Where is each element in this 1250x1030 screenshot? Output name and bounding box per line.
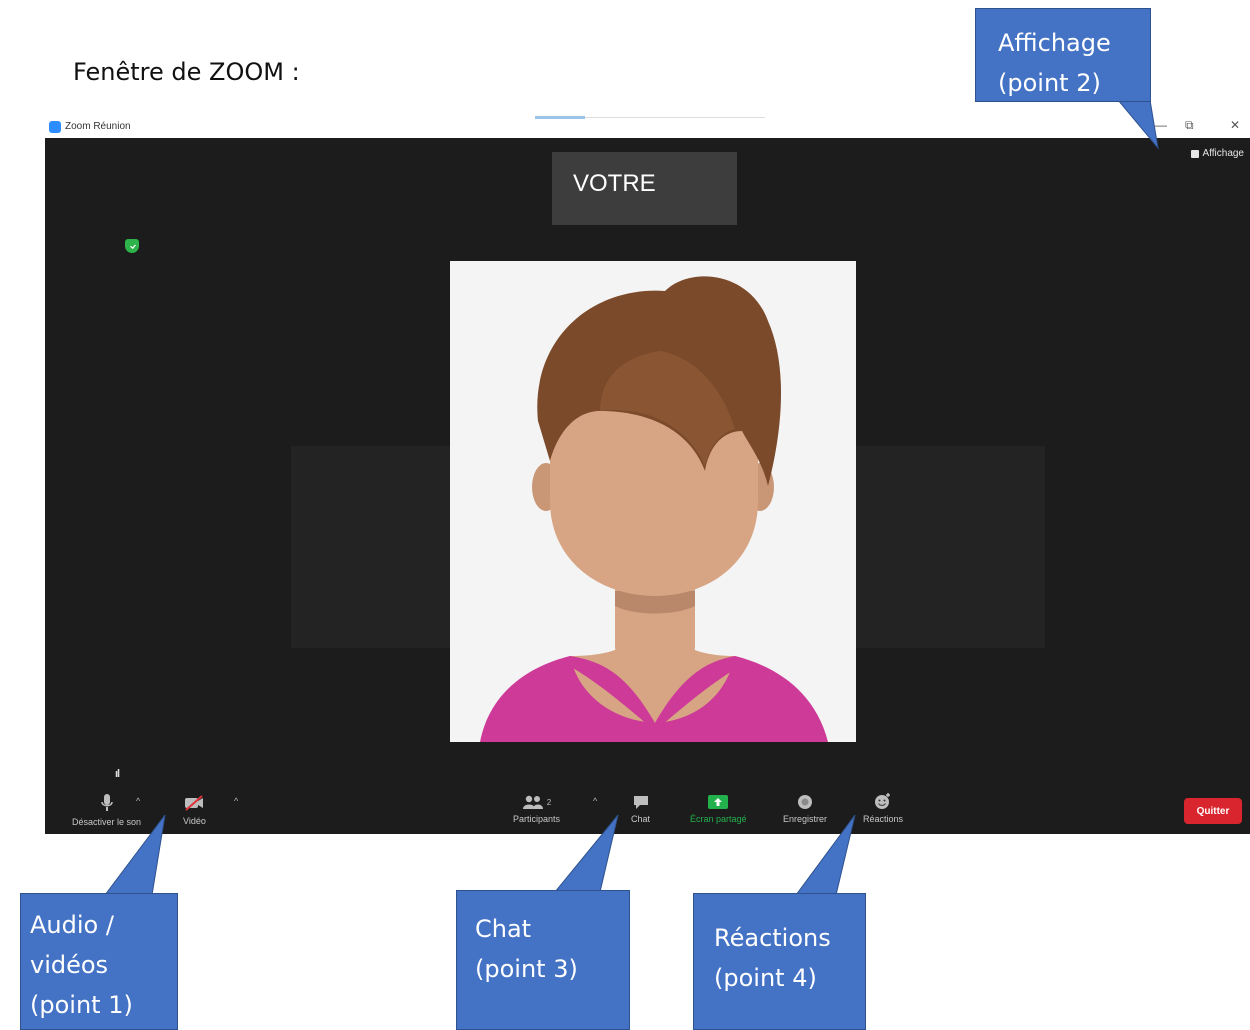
record-icon: [798, 795, 812, 809]
reactions-button-label: Réactions: [863, 814, 904, 824]
callout-view: Affichage (point 2): [975, 8, 1151, 102]
chat-button[interactable]: Chat: [631, 794, 650, 824]
document-heading: Fenêtre de ZOOM :: [73, 58, 300, 86]
meeting-stage: Affichage VOTRE ıl Désactiver le son ^ V…: [45, 138, 1250, 834]
title-divider: [585, 117, 765, 118]
zoom-app-icon: [49, 121, 61, 133]
microphone-icon: [100, 794, 113, 811]
share-screen-button[interactable]: Écran partagé: [690, 794, 747, 824]
chat-icon: [633, 796, 648, 809]
participants-count: 2: [546, 797, 552, 807]
close-button[interactable]: ✕: [1230, 118, 1240, 132]
mute-button[interactable]: Désactiver le son: [72, 793, 141, 827]
callout-reactions: Réactions (point 4): [693, 893, 866, 1030]
callout-chat: Chat (point 3): [456, 890, 630, 1030]
participants-icon: [522, 795, 543, 809]
record-button-label: Enregistrer: [783, 814, 828, 824]
leave-meeting-button[interactable]: Quitter: [1184, 798, 1242, 824]
avatar-illustration: [450, 261, 856, 742]
grid-icon: [1191, 149, 1200, 158]
video-options-caret[interactable]: ^: [234, 796, 238, 806]
view-button[interactable]: Affichage: [1191, 148, 1244, 159]
participant-video: [450, 261, 856, 742]
audio-options-caret[interactable]: ^: [136, 796, 140, 806]
security-shield-icon[interactable]: [125, 239, 139, 253]
title-bar: Zoom Réunion — ⧉ ✕: [45, 116, 1250, 139]
title-tab-indicator: [535, 116, 585, 119]
view-button-label: Affichage: [1202, 148, 1244, 159]
video-off-icon: [185, 795, 204, 811]
callout-audio-video: Audio / vidéos (point 1): [20, 893, 178, 1030]
restore-button[interactable]: ⧉: [1185, 118, 1194, 133]
reactions-button[interactable]: Réactions: [863, 792, 903, 824]
share-screen-label: Écran partagé: [690, 814, 747, 824]
chat-button-label: Chat: [631, 814, 651, 824]
window-title: Zoom Réunion: [65, 121, 131, 132]
mute-button-label: Désactiver le son: [72, 817, 142, 827]
minimize-button[interactable]: —: [1155, 118, 1167, 132]
reactions-emoji-icon: [875, 793, 891, 809]
participants-options-caret[interactable]: ^: [593, 796, 597, 806]
participants-button[interactable]: 2 Participants: [513, 794, 560, 824]
share-screen-icon: [708, 795, 729, 809]
zoom-window: Zoom Réunion — ⧉ ✕ Affichage VOTRE ıl Dé…: [45, 116, 1250, 834]
signal-strength-icon: ıl: [115, 768, 120, 780]
video-button[interactable]: Vidéo: [183, 794, 206, 826]
video-button-label: Vidéo: [183, 816, 206, 826]
participants-button-label: Participants: [513, 814, 561, 824]
record-button[interactable]: Enregistrer: [783, 794, 827, 824]
participant-name-label: VOTRE: [552, 152, 737, 225]
